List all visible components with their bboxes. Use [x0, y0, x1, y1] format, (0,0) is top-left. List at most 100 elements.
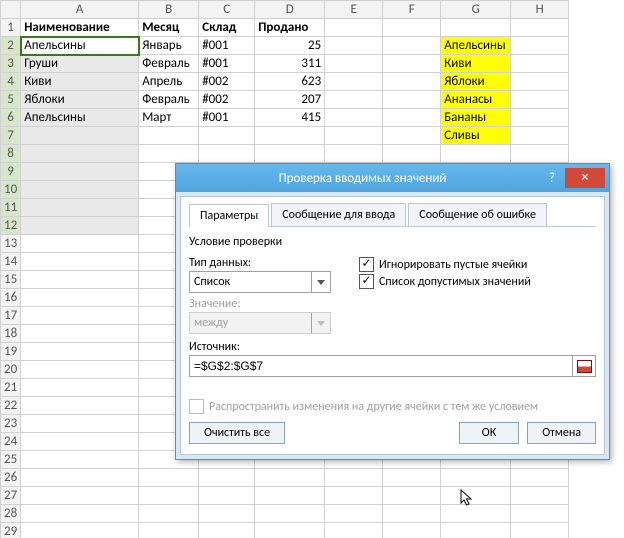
type-combo[interactable]: Список [189, 271, 331, 293]
cell[interactable] [21, 253, 139, 271]
row-header[interactable]: 11 [1, 199, 21, 217]
ok-button[interactable]: ОК [459, 422, 519, 444]
cell[interactable] [21, 199, 139, 217]
cell[interactable] [139, 487, 199, 505]
cell[interactable]: Бананы [441, 109, 511, 127]
cell[interactable]: Апельсины [21, 37, 139, 55]
cell[interactable] [441, 19, 511, 37]
cell[interactable] [511, 487, 569, 505]
cell[interactable] [21, 487, 139, 505]
row-header[interactable]: 26 [1, 469, 21, 487]
cell[interactable] [21, 217, 139, 235]
cell[interactable]: Груши [21, 55, 139, 73]
col-header-D[interactable]: D [255, 1, 325, 19]
cell[interactable] [139, 469, 199, 487]
row-header[interactable]: 23 [1, 415, 21, 433]
cell[interactable] [21, 361, 139, 379]
cell[interactable] [325, 145, 383, 163]
cell[interactable] [325, 505, 383, 523]
row-header[interactable]: 13 [1, 235, 21, 253]
cell[interactable] [511, 523, 569, 538]
clear-all-button[interactable]: Очистить все [189, 422, 285, 444]
cell[interactable] [383, 91, 441, 109]
cell[interactable] [325, 487, 383, 505]
cell[interactable] [511, 73, 569, 91]
cell[interactable] [21, 415, 139, 433]
cell[interactable]: 415 [255, 109, 325, 127]
cell[interactable] [199, 487, 255, 505]
cell[interactable] [383, 37, 441, 55]
cell[interactable] [383, 523, 441, 538]
cell[interactable] [21, 127, 139, 145]
ignore-blank-checkbox[interactable]: Игнорировать пустые ячейки [359, 257, 596, 272]
select-all-corner[interactable] [1, 1, 21, 19]
row-header[interactable]: 4 [1, 73, 21, 91]
tab-parameters[interactable]: Параметры [189, 204, 269, 227]
cell[interactable] [511, 469, 569, 487]
cell[interactable] [21, 469, 139, 487]
cell[interactable] [21, 433, 139, 451]
col-header-F[interactable]: F [383, 1, 441, 19]
cell[interactable]: Месяц [139, 19, 199, 37]
cell[interactable] [383, 109, 441, 127]
cell[interactable] [441, 505, 511, 523]
close-button[interactable]: × [565, 168, 605, 188]
cell[interactable] [21, 289, 139, 307]
cell[interactable]: Наименование [21, 19, 139, 37]
cell[interactable] [383, 55, 441, 73]
cell[interactable]: Яблоки [21, 91, 139, 109]
row-header[interactable]: 28 [1, 505, 21, 523]
row-header[interactable]: 18 [1, 325, 21, 343]
row-header[interactable]: 15 [1, 271, 21, 289]
cell[interactable]: 311 [255, 55, 325, 73]
col-header-E[interactable]: E [325, 1, 383, 19]
cell[interactable]: Яблоки [441, 73, 511, 91]
col-header-H[interactable]: H [511, 1, 569, 19]
cell[interactable] [511, 505, 569, 523]
cell[interactable]: 25 [255, 37, 325, 55]
cell[interactable]: Февраль [139, 55, 199, 73]
cell[interactable]: Апельсины [21, 109, 139, 127]
cell[interactable]: #001 [199, 109, 255, 127]
cell[interactable] [325, 37, 383, 55]
row-header[interactable]: 5 [1, 91, 21, 109]
row-header[interactable]: 20 [1, 361, 21, 379]
cell[interactable] [441, 523, 511, 538]
cell[interactable] [21, 235, 139, 253]
cell[interactable] [199, 127, 255, 145]
cell[interactable] [325, 109, 383, 127]
cell[interactable] [441, 469, 511, 487]
cell[interactable] [511, 91, 569, 109]
source-input[interactable] [190, 356, 572, 376]
cell[interactable] [199, 505, 255, 523]
cell[interactable]: Январь [139, 37, 199, 55]
cell[interactable] [21, 163, 139, 181]
cell[interactable]: 207 [255, 91, 325, 109]
cell[interactable]: 623 [255, 73, 325, 91]
cell[interactable] [139, 505, 199, 523]
in-cell-dropdown-checkbox[interactable]: Список допустимых значений [359, 274, 596, 289]
cell[interactable] [255, 523, 325, 538]
cell[interactable] [21, 379, 139, 397]
row-header[interactable]: 25 [1, 451, 21, 469]
dropdown-icon[interactable] [311, 272, 330, 292]
cancel-button[interactable]: Отмена [527, 422, 596, 444]
cell[interactable]: Апрель [139, 73, 199, 91]
row-header[interactable]: 1 [1, 19, 21, 37]
cell[interactable] [383, 469, 441, 487]
cell[interactable] [383, 19, 441, 37]
cell[interactable] [511, 109, 569, 127]
cell[interactable] [255, 145, 325, 163]
cell[interactable]: #001 [199, 37, 255, 55]
cell[interactable] [139, 145, 199, 163]
source-input-box[interactable] [189, 355, 596, 377]
cell[interactable]: #002 [199, 91, 255, 109]
tab-input-message[interactable]: Сообщение для ввода [271, 203, 406, 226]
row-header[interactable]: 3 [1, 55, 21, 73]
cell[interactable]: Март [139, 109, 199, 127]
cell[interactable] [511, 19, 569, 37]
cell[interactable] [325, 55, 383, 73]
cell[interactable] [255, 127, 325, 145]
cell[interactable] [199, 469, 255, 487]
cell[interactable] [325, 91, 383, 109]
